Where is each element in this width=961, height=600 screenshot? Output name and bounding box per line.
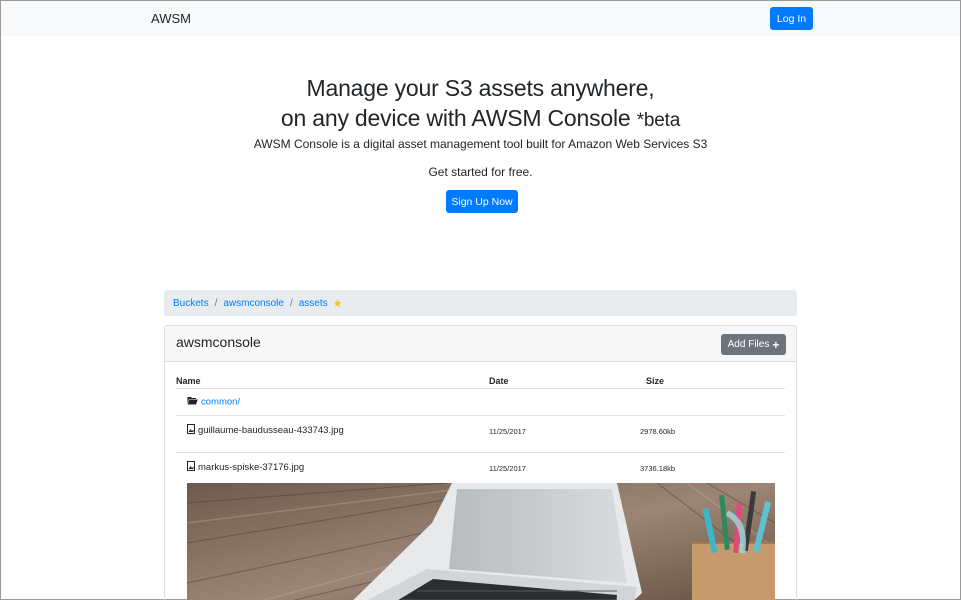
image-file-icon	[187, 424, 195, 437]
column-header-name: Name	[176, 376, 201, 386]
file-date: 11/25/2017	[489, 427, 526, 436]
bucket-title: awsmconsole	[176, 334, 261, 350]
column-header-date: Date	[489, 376, 509, 386]
brand-logo[interactable]: AWSM	[151, 11, 191, 26]
breadcrumb-folder[interactable]: assets	[299, 298, 328, 309]
table-row[interactable]: guillaume-baudusseau-433743.jpg	[187, 424, 344, 437]
hero-title-line1: Manage your S3 assets anywhere,	[306, 75, 655, 101]
breadcrumb: Buckets / awsmconsole / assets ★	[164, 290, 797, 316]
breadcrumb-buckets[interactable]: Buckets	[173, 298, 209, 309]
table-row[interactable]: common/	[187, 396, 240, 408]
hero-title: Manage your S3 assets anywhere, on any d…	[1, 73, 960, 136]
file-name[interactable]: markus-spiske-37176.jpg	[198, 462, 304, 473]
add-files-button[interactable]: Add Files +	[721, 334, 786, 355]
add-files-label: Add Files	[727, 339, 770, 350]
star-icon[interactable]: ★	[333, 297, 343, 310]
card-header: awsmconsole Add Files +	[165, 326, 796, 362]
breadcrumb-separator: /	[214, 297, 218, 309]
divider	[176, 452, 785, 453]
login-button[interactable]: Log In	[770, 7, 813, 30]
breadcrumb-bucket[interactable]: awsmconsole	[223, 298, 284, 309]
beta-tag: *beta	[636, 110, 681, 131]
image-file-icon	[187, 461, 195, 474]
file-size: 2978.60kb	[640, 427, 676, 436]
get-started-text: Get started for free.	[428, 165, 533, 179]
plus-icon: +	[772, 337, 780, 352]
image-preview[interactable]	[187, 483, 775, 600]
preview-photo	[187, 483, 775, 600]
folder-name[interactable]: common/	[201, 397, 240, 408]
hero-subtitle: AWSM Console is a digital asset manageme…	[253, 137, 708, 151]
divider	[176, 415, 785, 416]
column-header-size: Size	[646, 376, 665, 386]
breadcrumb-separator: /	[289, 297, 293, 309]
bucket-card: awsmconsole Add Files + Name Date Size c…	[164, 325, 797, 600]
file-size: 3736.18kb	[640, 464, 676, 473]
hero: Manage your S3 assets anywhere, on any d…	[1, 73, 960, 136]
signup-button[interactable]: Sign Up Now	[446, 190, 518, 213]
navbar: AWSM Log In	[1, 1, 960, 36]
file-name[interactable]: guillaume-baudusseau-433743.jpg	[198, 425, 344, 436]
divider	[176, 388, 785, 389]
folder-open-icon	[187, 396, 198, 408]
file-date: 11/25/2017	[489, 464, 526, 473]
table-row[interactable]: markus-spiske-37176.jpg	[187, 461, 304, 474]
hero-title-line2: on any device with AWSM Console	[280, 105, 631, 131]
